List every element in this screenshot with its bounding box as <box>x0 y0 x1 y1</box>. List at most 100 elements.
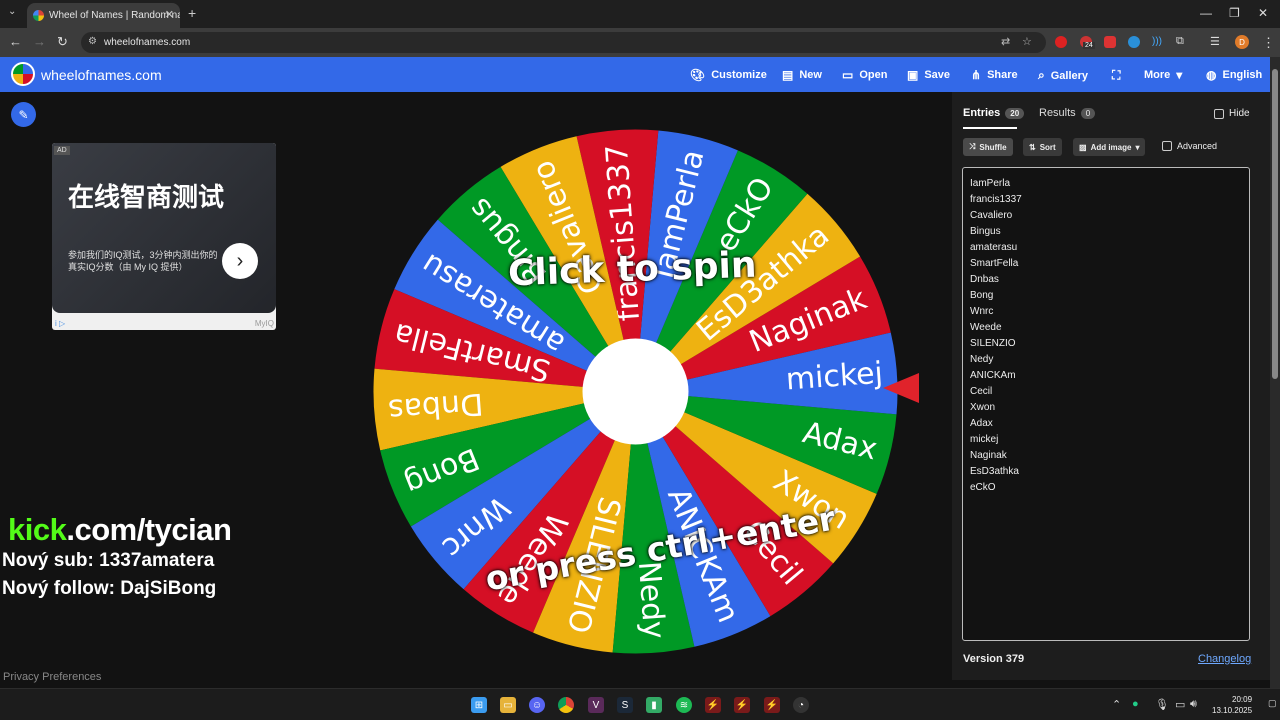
address-bar[interactable]: ⚙ wheelofnames.com ⇄ ☆ <box>81 32 1046 53</box>
app-icon[interactable]: ◔ <box>793 697 809 713</box>
page-scrollbar[interactable] <box>1270 57 1280 688</box>
close-window-icon[interactable]: ✕ <box>1258 6 1268 20</box>
browser-tab[interactable]: Wheel of Names | Random nam ✕ <box>27 3 180 28</box>
app-icon[interactable]: ▮ <box>646 697 662 713</box>
entry-line[interactable]: Adax <box>970 416 1242 432</box>
back-icon[interactable]: ← <box>9 34 22 49</box>
tab-search-icon[interactable]: ⌄ <box>8 6 16 17</box>
microphone-icon[interactable]: 🎙︎ <box>1155 698 1169 711</box>
entry-line[interactable]: amaterasu <box>970 240 1242 256</box>
wheel-segment-label: Dnbas <box>387 386 484 428</box>
chevron-down-icon: ▾ <box>1176 68 1183 82</box>
adchoices-icon[interactable]: i ▷ <box>55 319 65 328</box>
ad-banner[interactable]: AD 在线智商测试 参加我们的IQ测试，3分钟内测出你的真实IQ分数（由 My … <box>52 143 276 330</box>
extension-icon[interactable] <box>1128 36 1140 48</box>
steam-icon[interactable]: S <box>617 697 633 713</box>
entry-line[interactable]: ANICKAm <box>970 368 1242 384</box>
shuffle-button[interactable]: ⤨ Shuffle <box>963 138 1013 156</box>
extension-icon[interactable]: ))) <box>1152 36 1164 48</box>
save-icon: ▣ <box>907 68 919 82</box>
entry-line[interactable]: Weede <box>970 320 1242 336</box>
advanced-checkbox[interactable]: Advanced <box>1162 141 1217 151</box>
entry-line[interactable]: Bong <box>970 288 1242 304</box>
tray-chevron-icon[interactable]: ⌃ <box>1112 698 1121 711</box>
entries-count-badge: 20 <box>1005 107 1025 119</box>
entry-line[interactable]: Dnbas <box>970 272 1242 288</box>
tray-status-icon[interactable]: ● <box>1132 698 1139 710</box>
extension-icon[interactable] <box>1055 36 1067 48</box>
extension-icon[interactable] <box>1104 36 1116 48</box>
gallery-button[interactable]: ⌕ Gallery <box>1038 68 1088 83</box>
fullscreen-icon: ⛶ <box>1112 68 1121 82</box>
entry-line[interactable]: mickej <box>970 432 1242 448</box>
app-icon[interactable]: ⚡ <box>734 697 750 713</box>
app-icon[interactable]: V <box>588 697 604 713</box>
new-tab-icon[interactable]: + <box>188 5 196 21</box>
maximize-icon[interactable]: ❐ <box>1229 6 1240 20</box>
file-explorer-icon[interactable]: ▭ <box>500 697 516 713</box>
wheel-center-hub[interactable] <box>582 338 689 445</box>
bookmark-star-icon[interactable]: ☆ <box>1022 35 1032 48</box>
site-logo[interactable] <box>11 62 35 86</box>
entry-line[interactable]: Cecil <box>970 384 1242 400</box>
privacy-preferences-link[interactable]: Privacy Preferences <box>3 671 101 683</box>
close-tab-icon[interactable]: ✕ <box>165 8 174 21</box>
entry-line[interactable]: SILENZIO <box>970 336 1242 352</box>
ad-arrow-button[interactable]: › <box>222 243 258 279</box>
spotify-icon[interactable]: ≋ <box>676 697 692 713</box>
edit-pencil-button[interactable]: ✎ <box>11 102 36 127</box>
translate-icon[interactable]: ⇄ <box>1001 35 1010 48</box>
ad-card[interactable]: AD 在线智商测试 参加我们的IQ测试，3分钟内测出你的真实IQ分数（由 My … <box>52 143 276 313</box>
app-icon[interactable]: ⚡ <box>705 697 721 713</box>
volume-icon[interactable]: 🔊︎ <box>1190 698 1197 711</box>
entry-line[interactable]: francis1337 <box>970 192 1242 208</box>
start-icon[interactable]: ⊞ <box>471 697 487 713</box>
more-button[interactable]: More ▾ <box>1144 68 1182 82</box>
entries-textarea[interactable]: IamPerla francis1337 Cavaliero Bingus amater… <box>962 167 1250 641</box>
entry-line[interactable]: SmartFella <box>970 256 1242 272</box>
entry-line[interactable]: Xwon <box>970 400 1242 416</box>
site-info-icon[interactable]: ⚙ <box>88 36 97 47</box>
chrome-icon[interactable] <box>558 697 574 713</box>
entry-line[interactable]: IamPerla <box>970 176 1242 192</box>
new-button[interactable]: ▤ New <box>782 68 822 82</box>
entry-line[interactable]: Nedy <box>970 352 1242 368</box>
site-header: wheelofnames.com 🎨︎ Customize ▤ New ▭ Open … <box>0 57 1270 92</box>
profile-avatar[interactable]: D <box>1235 35 1249 49</box>
discord-icon[interactable]: ☺ <box>529 697 545 713</box>
fullscreen-button[interactable]: ⛶ <box>1112 68 1120 83</box>
spin-wheel[interactable]: Naginak EsD3athka eCkO IamPerla francis1337 C… <box>368 124 903 659</box>
add-image-button[interactable]: ▨ Add image ▾ <box>1073 138 1146 156</box>
tab-results[interactable]: Results 0 <box>1039 107 1096 119</box>
minimize-icon[interactable]: — <box>1200 6 1212 20</box>
share-button[interactable]: ⋔ Share <box>971 68 1018 82</box>
entry-line[interactable]: EsD3athka <box>970 464 1242 480</box>
save-button[interactable]: ▣ Save <box>907 68 950 82</box>
hide-checkbox[interactable]: Hide <box>1214 108 1250 119</box>
sort-button[interactable]: ⇅ Sort <box>1023 138 1062 156</box>
open-button[interactable]: ▭ Open <box>842 68 887 82</box>
changelog-link[interactable]: Changelog <box>1198 653 1251 665</box>
browser-menu-icon[interactable]: ⋮ <box>1262 35 1275 51</box>
network-icon[interactable]: ▭ <box>1175 698 1185 711</box>
wheel-graphic[interactable]: NaginakEsD3athkaeCkOIamPerlafrancis1337C… <box>368 124 903 659</box>
reload-icon[interactable]: ↻ <box>57 34 68 50</box>
tab-entries[interactable]: Entries 20 <box>963 107 1025 119</box>
notifications-icon[interactable]: ▢ <box>1268 698 1277 709</box>
entry-line[interactable]: Wnrc <box>970 304 1242 320</box>
forward-icon[interactable]: → <box>33 34 46 49</box>
chevron-down-icon: ▾ <box>1135 142 1140 152</box>
customize-button[interactable]: 🎨︎ Customize <box>690 68 767 82</box>
language-button[interactable]: ◍ English <box>1206 68 1262 82</box>
entry-line[interactable]: eCkO <box>970 480 1242 496</box>
app-icon[interactable]: ⚡ <box>764 697 780 713</box>
entry-line[interactable]: Cavaliero <box>970 208 1242 224</box>
clock[interactable]: 20:09 13.10.2025 <box>1212 694 1252 716</box>
entry-line[interactable]: Naginak <box>970 448 1242 464</box>
extensions-puzzle-icon[interactable]: ⧉ <box>1176 35 1184 48</box>
scrollbar-thumb[interactable] <box>1272 69 1278 379</box>
entry-line[interactable]: Bingus <box>970 224 1242 240</box>
site-title[interactable]: wheelofnames.com <box>41 67 162 83</box>
site-favicon-icon <box>33 10 44 21</box>
media-icon[interactable]: ☰ <box>1210 35 1220 48</box>
